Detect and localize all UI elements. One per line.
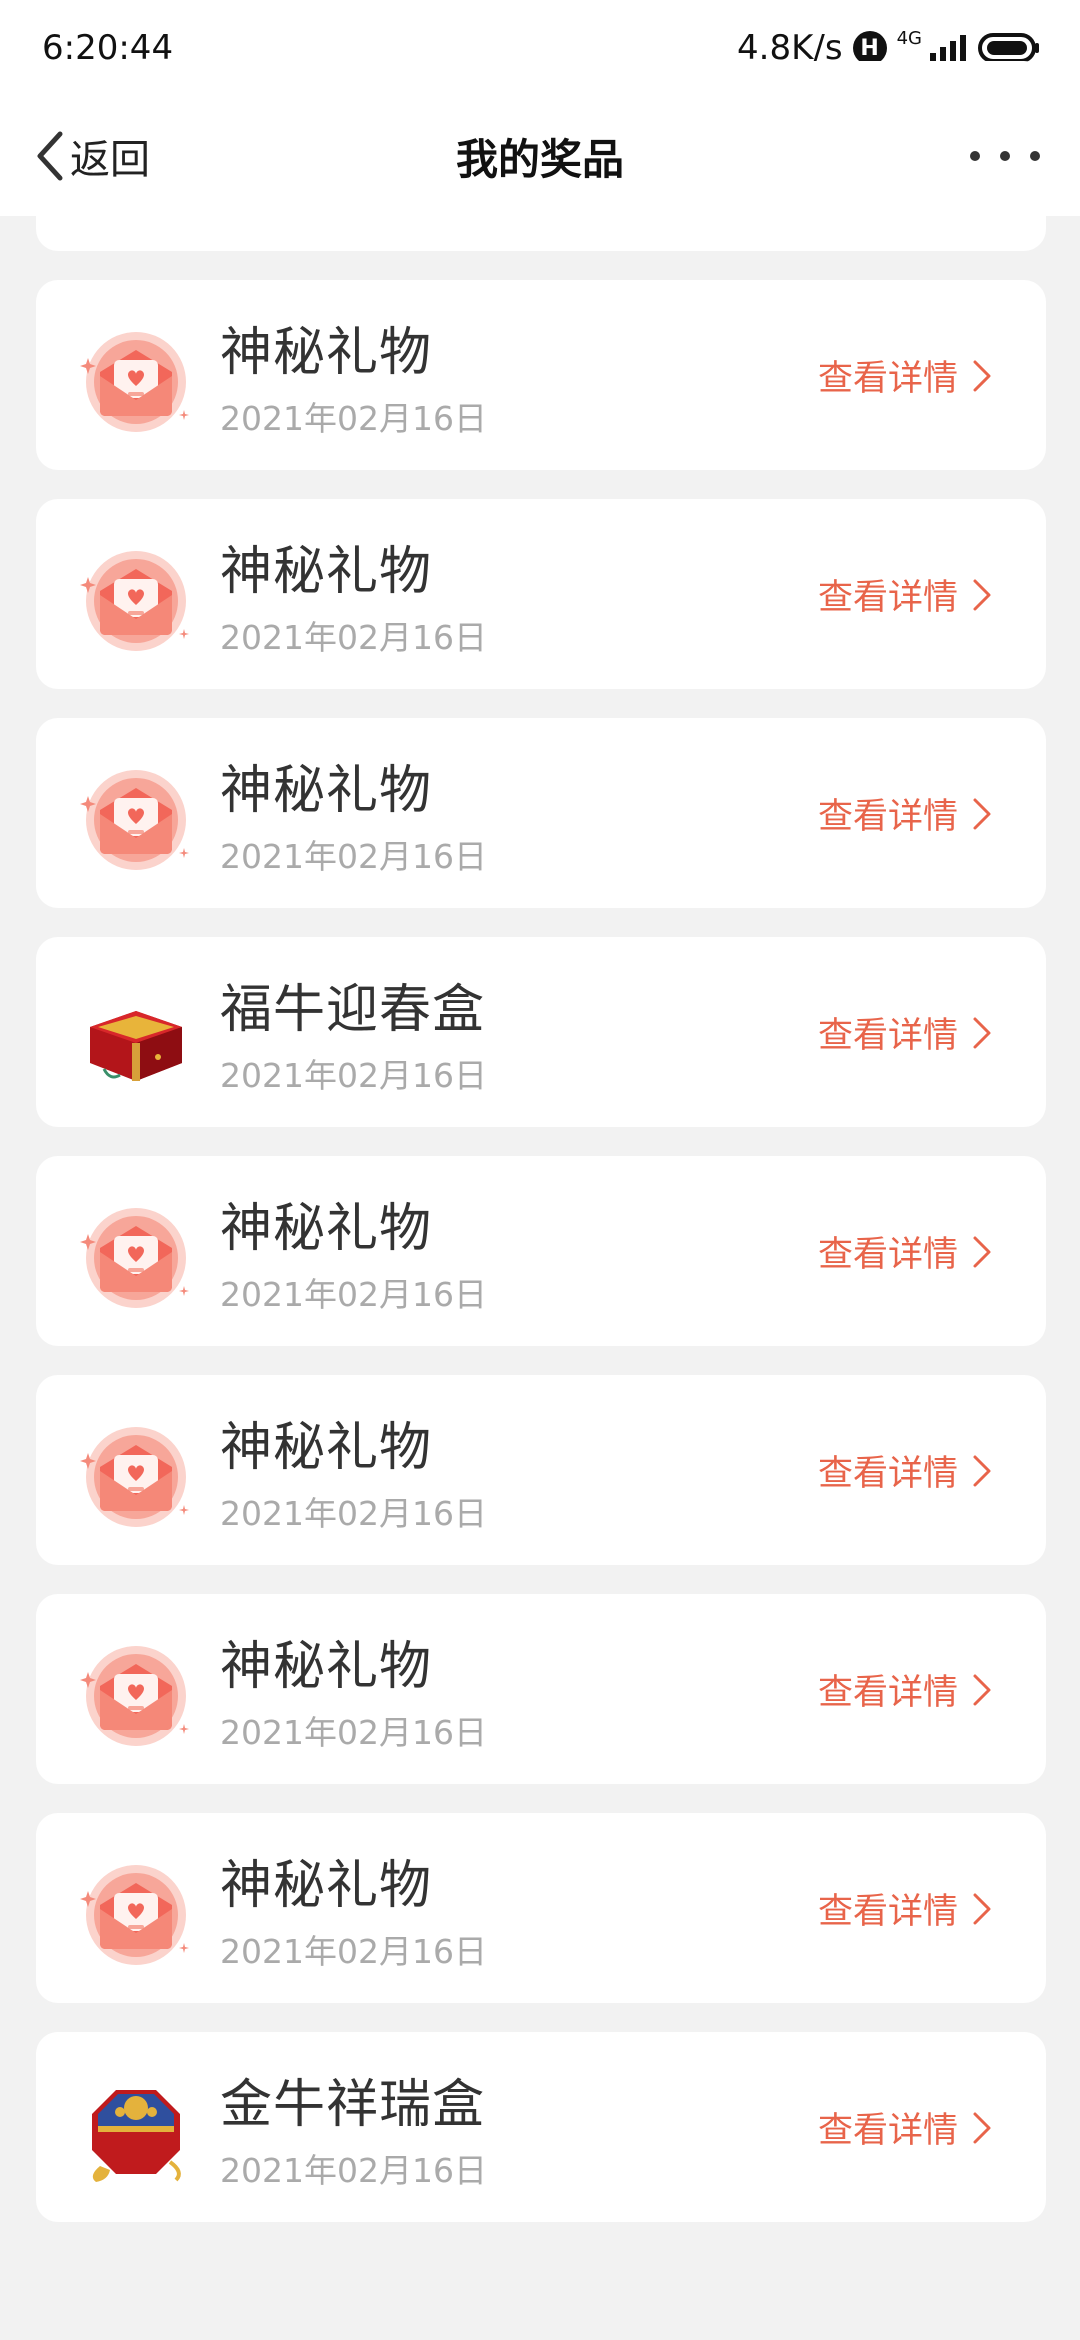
red-gift-box-icon bbox=[80, 981, 192, 1093]
view-details-label: 查看详情 bbox=[817, 578, 958, 618]
prize-card[interactable]: 神秘礼物 2021年02月16日 查看详情 bbox=[36, 1813, 1046, 2003]
more-dot bbox=[1030, 151, 1040, 161]
view-details-button[interactable]: 查看详情 bbox=[818, 1883, 992, 1934]
view-details-button[interactable]: 查看详情 bbox=[818, 1226, 992, 1277]
view-details-label: 查看详情 bbox=[817, 1673, 958, 1713]
page-title: 我的奖品 bbox=[455, 134, 624, 184]
view-details-label: 查看详情 bbox=[817, 359, 958, 399]
prize-name: 神秘礼物 bbox=[220, 323, 433, 383]
prize-date: 2021年02月16日 bbox=[220, 837, 487, 876]
back-label: 返回 bbox=[70, 137, 150, 183]
gift-envelope-icon bbox=[80, 1419, 192, 1531]
chevron-right-icon bbox=[973, 1674, 991, 1705]
prize-date: 2021年02月16日 bbox=[220, 1932, 487, 1971]
chevron-right-icon bbox=[973, 798, 991, 829]
prize-name: 神秘礼物 bbox=[220, 1856, 433, 1916]
chevron-right-icon bbox=[973, 1893, 991, 1924]
chevron-right-icon bbox=[973, 1455, 991, 1486]
view-details-label: 查看详情 bbox=[817, 1235, 958, 1275]
prize-card[interactable]: 福牛迎春盒 2021年02月16日 查看详情 bbox=[36, 937, 1046, 1127]
prize-card[interactable]: 神秘礼物 2021年02月16日 查看详情 bbox=[36, 1375, 1046, 1565]
view-details-button[interactable]: 查看详情 bbox=[818, 788, 992, 839]
view-details-label: 查看详情 bbox=[817, 1892, 958, 1932]
chevron-right-icon bbox=[973, 360, 991, 391]
gift-envelope-icon bbox=[80, 1857, 192, 1969]
prize-name: 神秘礼物 bbox=[220, 761, 433, 821]
prize-name: 福牛迎春盒 bbox=[220, 980, 486, 1040]
view-details-button[interactable]: 查看详情 bbox=[818, 2102, 992, 2153]
prize-name: 神秘礼物 bbox=[220, 542, 433, 602]
battery-icon bbox=[978, 33, 1039, 63]
prize-card[interactable]: 金牛祥瑞盒 2021年02月16日 查看详情 bbox=[36, 2032, 1046, 2222]
prize-card[interactable]: 神秘礼物 2021年02月16日 查看详情 bbox=[36, 718, 1046, 908]
prize-date: 2021年02月16日 bbox=[220, 399, 487, 438]
chevron-left-icon bbox=[37, 131, 63, 181]
chevron-right-icon bbox=[973, 579, 991, 610]
more-options-button[interactable] bbox=[970, 126, 1040, 186]
view-details-button[interactable]: 查看详情 bbox=[818, 1007, 992, 1058]
prize-card[interactable]: 神秘礼物 2021年02月16日 查看详情 bbox=[36, 499, 1046, 689]
prize-name: 金牛祥瑞盒 bbox=[220, 2075, 486, 2135]
view-details-label: 查看详情 bbox=[817, 2111, 958, 2151]
prize-date: 2021年02月16日 bbox=[220, 1056, 487, 1095]
chevron-right-icon bbox=[973, 1236, 991, 1267]
view-details-button[interactable]: 查看详情 bbox=[818, 1445, 992, 1496]
prize-card[interactable]: 神秘礼物 2021年02月16日 查看详情 bbox=[36, 1594, 1046, 1784]
gift-envelope-icon bbox=[80, 543, 192, 655]
view-details-label: 查看详情 bbox=[817, 797, 958, 837]
prize-name: 神秘礼物 bbox=[220, 1199, 433, 1259]
prize-list: 2021年02月16日查看详情 神秘礼物2021年02月16日查看详情 神秘礼物… bbox=[36, 61, 1046, 2251]
prize-name: 神秘礼物 bbox=[220, 1418, 433, 1478]
prize-date: 2021年02月16日 bbox=[220, 1275, 487, 1314]
prize-name: 神秘礼物 bbox=[220, 1637, 433, 1697]
gift-envelope-icon bbox=[80, 1638, 192, 1750]
chevron-right-icon bbox=[973, 2112, 991, 2143]
gift-envelope-icon bbox=[80, 324, 192, 436]
gift-envelope-icon bbox=[80, 1200, 192, 1312]
more-dot bbox=[970, 151, 980, 161]
prize-date: 2021年02月16日 bbox=[220, 1494, 487, 1533]
gift-envelope-icon bbox=[80, 762, 192, 874]
prize-card[interactable]: 神秘礼物 2021年02月16日 查看详情 bbox=[36, 1156, 1046, 1346]
navigation-bar: 返回 我的奖品 bbox=[0, 96, 1080, 216]
view-details-button[interactable]: 查看详情 bbox=[818, 1664, 992, 1715]
network-type: 4G bbox=[896, 27, 922, 49]
more-dot bbox=[1000, 151, 1010, 161]
view-details-button[interactable]: 查看详情 bbox=[818, 569, 992, 620]
prize-date: 2021年02月16日 bbox=[220, 2151, 487, 2190]
chevron-right-icon bbox=[973, 1017, 991, 1048]
view-details-label: 查看详情 bbox=[817, 1016, 958, 1056]
signal-icon bbox=[930, 35, 966, 63]
view-details-label: 查看详情 bbox=[817, 1454, 958, 1494]
view-details-button[interactable]: 查看详情 bbox=[818, 350, 992, 401]
hd-icon: H bbox=[852, 31, 887, 65]
prize-card[interactable]: 神秘礼物 2021年02月16日 查看详情 bbox=[36, 280, 1046, 470]
octagon-gift-box-icon bbox=[80, 2076, 192, 2188]
prize-date: 2021年02月16日 bbox=[220, 618, 487, 657]
back-button[interactable]: 返回 bbox=[34, 126, 150, 186]
prize-date: 2021年02月16日 bbox=[220, 1713, 487, 1752]
